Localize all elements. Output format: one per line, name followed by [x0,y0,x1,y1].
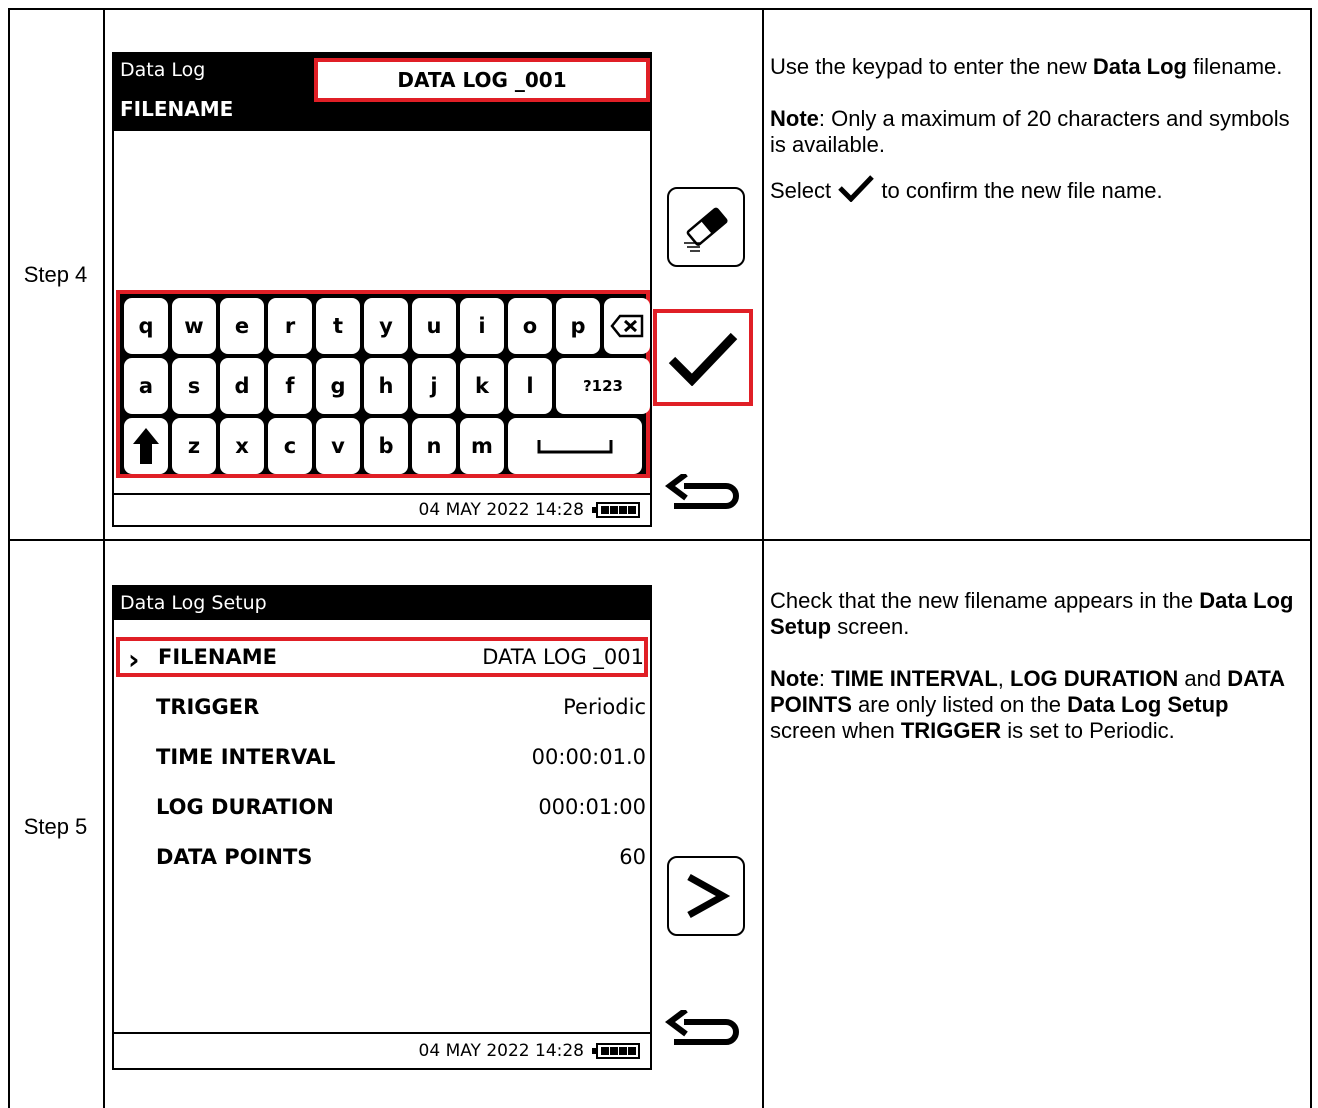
key-b[interactable]: b [364,418,408,474]
table-col-divider-1 [103,8,105,1108]
setup-row-trigger[interactable]: TRIGGER Periodic [114,687,650,727]
edit-button[interactable] [667,187,745,267]
key-z[interactable]: z [172,418,216,474]
setup-row-value: Periodic [563,695,646,719]
step-5-note: Note: TIME INTERVAL, LOG DURATION and DA… [770,666,1285,743]
eraser-icon [684,207,728,252]
checkmark-icon [668,332,738,386]
key-h[interactable]: h [364,358,408,414]
status-datetime: 04 MAY 2022 14:28 [418,1041,584,1061]
status-datetime: 04 MAY 2022 14:28 [418,500,584,520]
key-s[interactable]: s [172,358,216,414]
setup-row-data-points[interactable]: DATA POINTS 60 [114,837,650,877]
key-c[interactable]: c [268,418,312,474]
back-arrow-icon [665,1007,739,1045]
step-4-para-3: Select to confirm the new file name. [770,174,1300,204]
battery-icon [592,502,640,518]
backspace-key[interactable] [604,298,650,354]
filename-input[interactable]: DATA LOG _001 [314,58,650,102]
chevron-right-icon [687,873,731,919]
table-border-right [1310,8,1312,1108]
keyboard: q w e r t y u i o p a s d f g h j k l ?123 z x c v b n m [120,294,650,474]
next-button[interactable] [667,856,745,936]
key-i[interactable]: i [460,298,504,354]
filename-label: FILENAME [114,87,314,131]
data-log-setup-screen: Data Log Setup › FILENAME DATA LOG _001 TRI… [112,585,652,1070]
key-o[interactable]: o [508,298,552,354]
key-v[interactable]: v [316,418,360,474]
back-arrow-icon [665,471,739,509]
step-5-description: Check that the new filename appears in t… [770,588,1300,744]
setup-row-time-interval[interactable]: TIME INTERVAL 00:00:01.0 [114,737,650,777]
key-u[interactable]: u [412,298,456,354]
key-n[interactable]: n [412,418,456,474]
key-p[interactable]: p [556,298,600,354]
key-y[interactable]: y [364,298,408,354]
setup-row-label: FILENAME [158,645,277,669]
key-a[interactable]: a [124,358,168,414]
key-t[interactable]: t [316,298,360,354]
status-bar: 04 MAY 2022 14:28 [114,493,650,525]
setup-row-value: DATA LOG _001 [482,645,644,669]
checkmark-icon [838,175,875,203]
setup-row-value: 00:00:01.0 [531,745,646,769]
key-d[interactable]: d [220,358,264,414]
battery-icon [592,1043,640,1059]
space-bar-icon [537,440,613,454]
setup-row-filename[interactable]: › FILENAME DATA LOG _001 [116,637,648,677]
chevron-right-icon: › [128,643,140,676]
back-button[interactable] [664,1007,744,1052]
table-border-left [8,8,10,1108]
setup-row-value: 000:01:00 [538,795,646,819]
status-bar: 04 MAY 2022 14:28 [114,1032,650,1068]
step-5-para-1: Check that the new filename appears in t… [770,588,1294,639]
step-4-note: Note: Only a maximum of 20 characters an… [770,106,1290,157]
setup-row-label: TRIGGER [156,695,260,719]
key-x[interactable]: x [220,418,264,474]
key-k[interactable]: k [460,358,504,414]
setup-row-label: TIME INTERVAL [156,745,336,769]
step-4-label: Step 4 [23,262,88,287]
key-w[interactable]: w [172,298,216,354]
key-f[interactable]: f [268,358,312,414]
setup-row-log-duration[interactable]: LOG DURATION 000:01:00 [114,787,650,827]
step-4-para-1: Use the keypad to enter the new Data Log… [770,54,1283,79]
table-row-divider [8,539,1312,541]
confirm-button[interactable] [653,309,753,406]
shift-arrow-icon [133,428,159,464]
key-m[interactable]: m [460,418,504,474]
key-e[interactable]: e [220,298,264,354]
table-col-divider-2 [762,8,764,1108]
screen-title: Data Log Setup [114,587,650,620]
setup-row-label: LOG DURATION [156,795,334,819]
key-r[interactable]: r [268,298,312,354]
key-l[interactable]: l [508,358,552,414]
backspace-icon [610,314,644,338]
step-5-label: Step 5 [23,814,88,839]
setup-row-label: DATA POINTS [156,845,313,869]
step-4-description: Use the keypad to enter the new Data Log… [770,54,1300,204]
key-j[interactable]: j [412,358,456,414]
shift-key[interactable] [124,418,168,474]
data-log-keyboard-screen: Data Log FILENAME DATA LOG _001 qwertyui… [112,52,652,527]
key-q[interactable]: q [124,298,168,354]
table-border-top [8,8,1312,10]
setup-row-value: 60 [619,845,646,869]
numbers-key[interactable]: ?123 [556,358,650,414]
space-key[interactable] [508,418,642,474]
key-g[interactable]: g [316,358,360,414]
back-button[interactable] [664,471,744,516]
